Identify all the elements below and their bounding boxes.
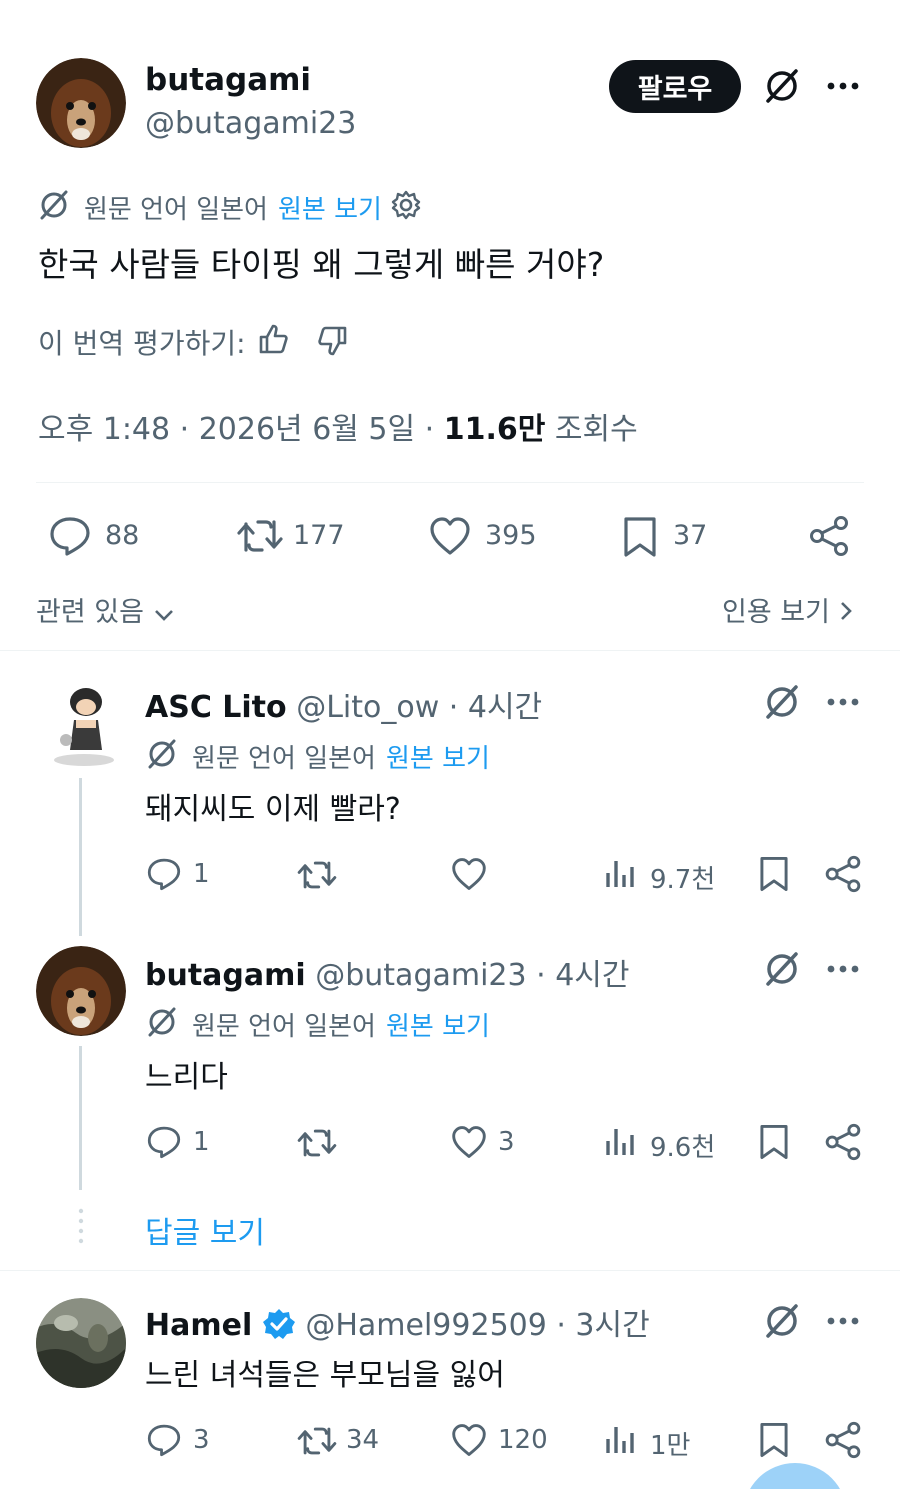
settings-gear-icon[interactable] [390, 189, 422, 221]
repost-count: 177 [293, 520, 345, 551]
like-icon[interactable] [450, 857, 488, 891]
bookmark-icon[interactable] [758, 1421, 790, 1459]
like-count: 395 [485, 520, 537, 551]
views-count: 1만 [650, 1431, 691, 1461]
author-avatar[interactable] [36, 58, 126, 148]
views-icon[interactable] [604, 1125, 636, 1159]
divider [0, 650, 900, 651]
chevron-down-icon [153, 598, 175, 629]
views-icon[interactable] [604, 1423, 636, 1457]
views-count: 9.7천 [650, 865, 716, 895]
bookmark-icon[interactable] [758, 1123, 790, 1161]
reply-author-name[interactable]: ASC Lito [145, 690, 287, 725]
divider [36, 482, 864, 483]
post-text: 한국 사람들 타이핑 왜 그렇게 빠른 거야? [38, 245, 605, 284]
translation-note: 원문 언어 일본어 [192, 744, 376, 774]
reply-text: 느리다 [145, 1060, 228, 1095]
translate-icon [38, 189, 70, 221]
share-icon[interactable] [824, 1123, 862, 1161]
more-options-icon[interactable] [826, 79, 860, 93]
view-original-link[interactable]: 원본 보기 [386, 1006, 490, 1043]
like-icon[interactable] [450, 1125, 488, 1159]
grok-icon[interactable] [763, 950, 801, 988]
post-time[interactable]: 오후 1:48 · 2026년 6월 5일 · [38, 412, 444, 447]
repost-icon[interactable] [296, 1126, 338, 1160]
follow-button[interactable]: 팔로우 [609, 60, 741, 113]
more-options-icon[interactable] [826, 695, 860, 709]
reply-count: 88 [105, 520, 140, 551]
more-options-icon[interactable] [826, 962, 860, 976]
more-options-icon[interactable] [826, 1314, 860, 1328]
like-count: 120 [498, 1425, 548, 1455]
divider [0, 1270, 900, 1271]
view-original-link[interactable]: 원본 보기 [278, 189, 382, 226]
thread-line [79, 778, 82, 936]
related-dropdown[interactable]: 관련 있음 [36, 590, 175, 629]
reply-header: Hamel @Hamel992509 · 3시간 [145, 1300, 650, 1349]
views-count: 9.6천 [650, 1133, 716, 1163]
thumbs-down-icon[interactable] [315, 324, 349, 358]
share-icon[interactable] [808, 515, 850, 557]
grok-icon[interactable] [763, 683, 801, 721]
compose-button[interactable] [743, 1463, 847, 1489]
related-label: 관련 있음 [36, 597, 144, 628]
thumbs-up-icon[interactable] [257, 322, 291, 356]
reply-icon[interactable] [48, 515, 92, 557]
reply-author-name[interactable]: butagami [145, 958, 306, 993]
thread-dots [78, 1208, 84, 1252]
reply-avatar[interactable] [36, 946, 126, 1036]
reply-text: 돼지씨도 이제 빨라? [145, 792, 401, 827]
reply-avatar[interactable] [36, 1298, 126, 1388]
reply-author-handle[interactable]: @butagami23 · 4시간 [315, 958, 629, 993]
like-count: 3 [498, 1127, 515, 1157]
reply-author-handle[interactable]: @Hamel992509 · 3시간 [305, 1308, 649, 1343]
reply-header: butagami @butagami23 · 4시간 [145, 950, 630, 994]
reply-header: ASC Lito @Lito_ow · 4시간 [145, 682, 542, 726]
reply-icon[interactable] [146, 1124, 182, 1160]
repost-icon[interactable] [296, 1424, 338, 1458]
translation-note: 원문 언어 일본어 [192, 1012, 376, 1042]
views-icon[interactable] [604, 857, 636, 891]
reply-text: 느린 녀석들은 부모님을 잃어 [145, 1358, 505, 1393]
grok-icon[interactable] [763, 1302, 801, 1340]
repost-icon[interactable] [296, 858, 338, 892]
like-icon[interactable] [428, 516, 472, 556]
bookmark-icon[interactable] [622, 515, 658, 559]
reply-author-name[interactable]: Hamel [145, 1308, 252, 1343]
chevron-right-icon [839, 598, 853, 629]
grok-icon[interactable] [763, 67, 801, 105]
like-icon[interactable] [450, 1423, 488, 1457]
translate-icon [146, 738, 178, 770]
thread-line [79, 1046, 82, 1190]
repost-count: 34 [346, 1425, 380, 1455]
share-icon[interactable] [824, 1421, 862, 1459]
reply-count: 1 [193, 859, 210, 889]
view-original-link[interactable]: 원본 보기 [386, 738, 490, 775]
translation-note: 원문 언어 일본어 [84, 195, 268, 225]
views-count: 11.6만 [443, 412, 546, 447]
view-quotes-link[interactable]: 인용 보기 [722, 590, 853, 629]
reply-icon[interactable] [146, 1422, 182, 1458]
reply-count: 3 [193, 1425, 210, 1455]
author-name[interactable]: butagami [145, 62, 311, 98]
verified-badge-icon [262, 1307, 296, 1349]
views-label: 조회수 [545, 412, 638, 447]
repost-icon[interactable] [236, 516, 284, 556]
share-icon[interactable] [824, 855, 862, 893]
rate-translation-label: 이 번역 평가하기: [38, 327, 246, 360]
show-replies-link[interactable]: 답글 보기 [145, 1208, 265, 1252]
author-handle[interactable]: @butagami23 [145, 106, 356, 141]
reply-count: 1 [193, 1127, 210, 1157]
view-quotes-label: 인용 보기 [722, 597, 830, 628]
reply-author-handle[interactable]: @Lito_ow · 4시간 [296, 690, 542, 725]
reply-icon[interactable] [146, 856, 182, 892]
translate-icon [146, 1006, 178, 1038]
bookmark-count: 37 [673, 520, 708, 551]
reply-avatar[interactable] [36, 680, 126, 770]
post-meta: 오후 1:48 · 2026년 6월 5일 · 11.6만 조회수 [38, 404, 638, 448]
bookmark-icon[interactable] [758, 855, 790, 893]
